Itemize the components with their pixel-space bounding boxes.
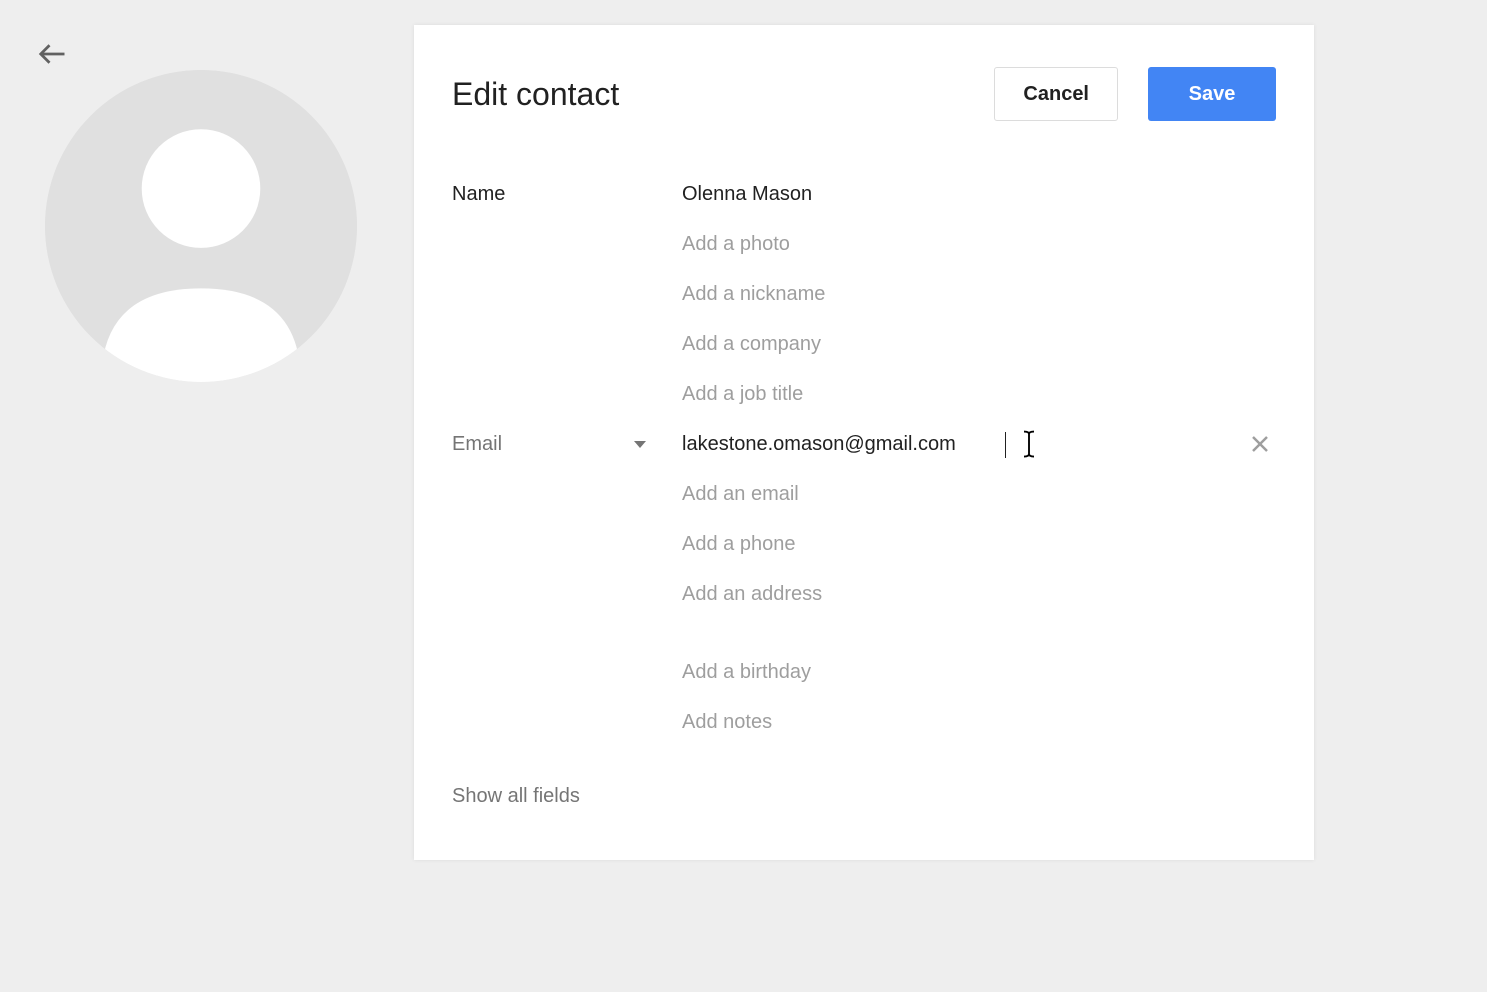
name-row: Name — [452, 169, 1276, 219]
close-icon — [1250, 434, 1270, 454]
email-label: Email — [452, 433, 502, 456]
page-title: Edit contact — [452, 76, 619, 113]
avatar[interactable] — [45, 70, 357, 382]
add-phone-link[interactable]: Add a phone — [682, 533, 795, 556]
action-buttons: Cancel Save — [994, 67, 1276, 121]
add-address-link[interactable]: Add an address — [682, 583, 822, 606]
text-caret — [1005, 432, 1006, 458]
back-button[interactable] — [34, 36, 70, 72]
add-nickname-link[interactable]: Add a nickname — [682, 283, 825, 306]
arrow-left-icon — [37, 39, 67, 69]
save-button[interactable]: Save — [1148, 67, 1276, 121]
add-jobtitle-row: Add a job title — [452, 369, 1276, 419]
person-icon — [45, 70, 357, 382]
add-company-row: Add a company — [452, 319, 1276, 369]
add-jobtitle-link[interactable]: Add a job title — [682, 383, 803, 406]
cancel-button[interactable]: Cancel — [994, 67, 1118, 121]
add-phone-row: Add a phone — [452, 519, 1276, 569]
email-input[interactable] — [682, 433, 1276, 456]
email-type-dropdown[interactable] — [634, 441, 646, 448]
clear-email-button[interactable] — [1250, 434, 1270, 454]
name-label: Name — [452, 183, 505, 206]
name-input[interactable] — [682, 183, 1276, 206]
edit-contact-panel: Edit contact Cancel Save Name Add a phot… — [414, 25, 1314, 860]
panel-header: Edit contact Cancel Save — [452, 67, 1276, 121]
add-nickname-row: Add a nickname — [452, 269, 1276, 319]
email-row: Email — [452, 419, 1276, 469]
add-notes-link[interactable]: Add notes — [682, 711, 772, 734]
add-photo-link[interactable]: Add a photo — [682, 233, 790, 256]
add-email-link[interactable]: Add an email — [682, 483, 799, 506]
add-company-link[interactable]: Add a company — [682, 333, 821, 356]
add-birthday-row: Add a birthday — [452, 647, 1276, 697]
add-address-row: Add an address — [452, 569, 1276, 619]
add-email-row: Add an email — [452, 469, 1276, 519]
add-notes-row: Add notes — [452, 697, 1276, 747]
add-photo-row: Add a photo — [452, 219, 1276, 269]
show-all-fields-link[interactable]: Show all fields — [452, 785, 580, 808]
add-birthday-link[interactable]: Add a birthday — [682, 661, 811, 684]
